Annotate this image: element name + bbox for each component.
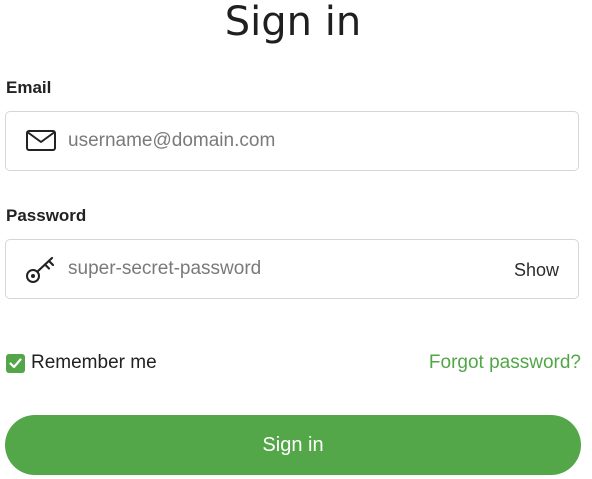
mail-icon	[25, 127, 57, 155]
key-icon	[25, 255, 57, 283]
email-field[interactable]	[68, 122, 488, 160]
show-password-button[interactable]: Show	[514, 260, 559, 281]
remember-me-checkbox[interactable]: Remember me	[6, 352, 157, 374]
page-title: Sign in	[224, 0, 362, 45]
email-label: Email	[6, 78, 52, 97]
forgot-password-link[interactable]: Forgot password?	[429, 352, 581, 374]
sign-in-button[interactable]: Sign in	[5, 415, 581, 475]
email-field-container[interactable]	[5, 111, 579, 171]
password-field-container[interactable]: Show	[5, 239, 579, 299]
password-label: Password	[6, 206, 87, 225]
remember-me-label: Remember me	[31, 352, 157, 373]
checkbox-checked-icon[interactable]	[6, 353, 25, 373]
password-field[interactable]	[68, 250, 488, 288]
